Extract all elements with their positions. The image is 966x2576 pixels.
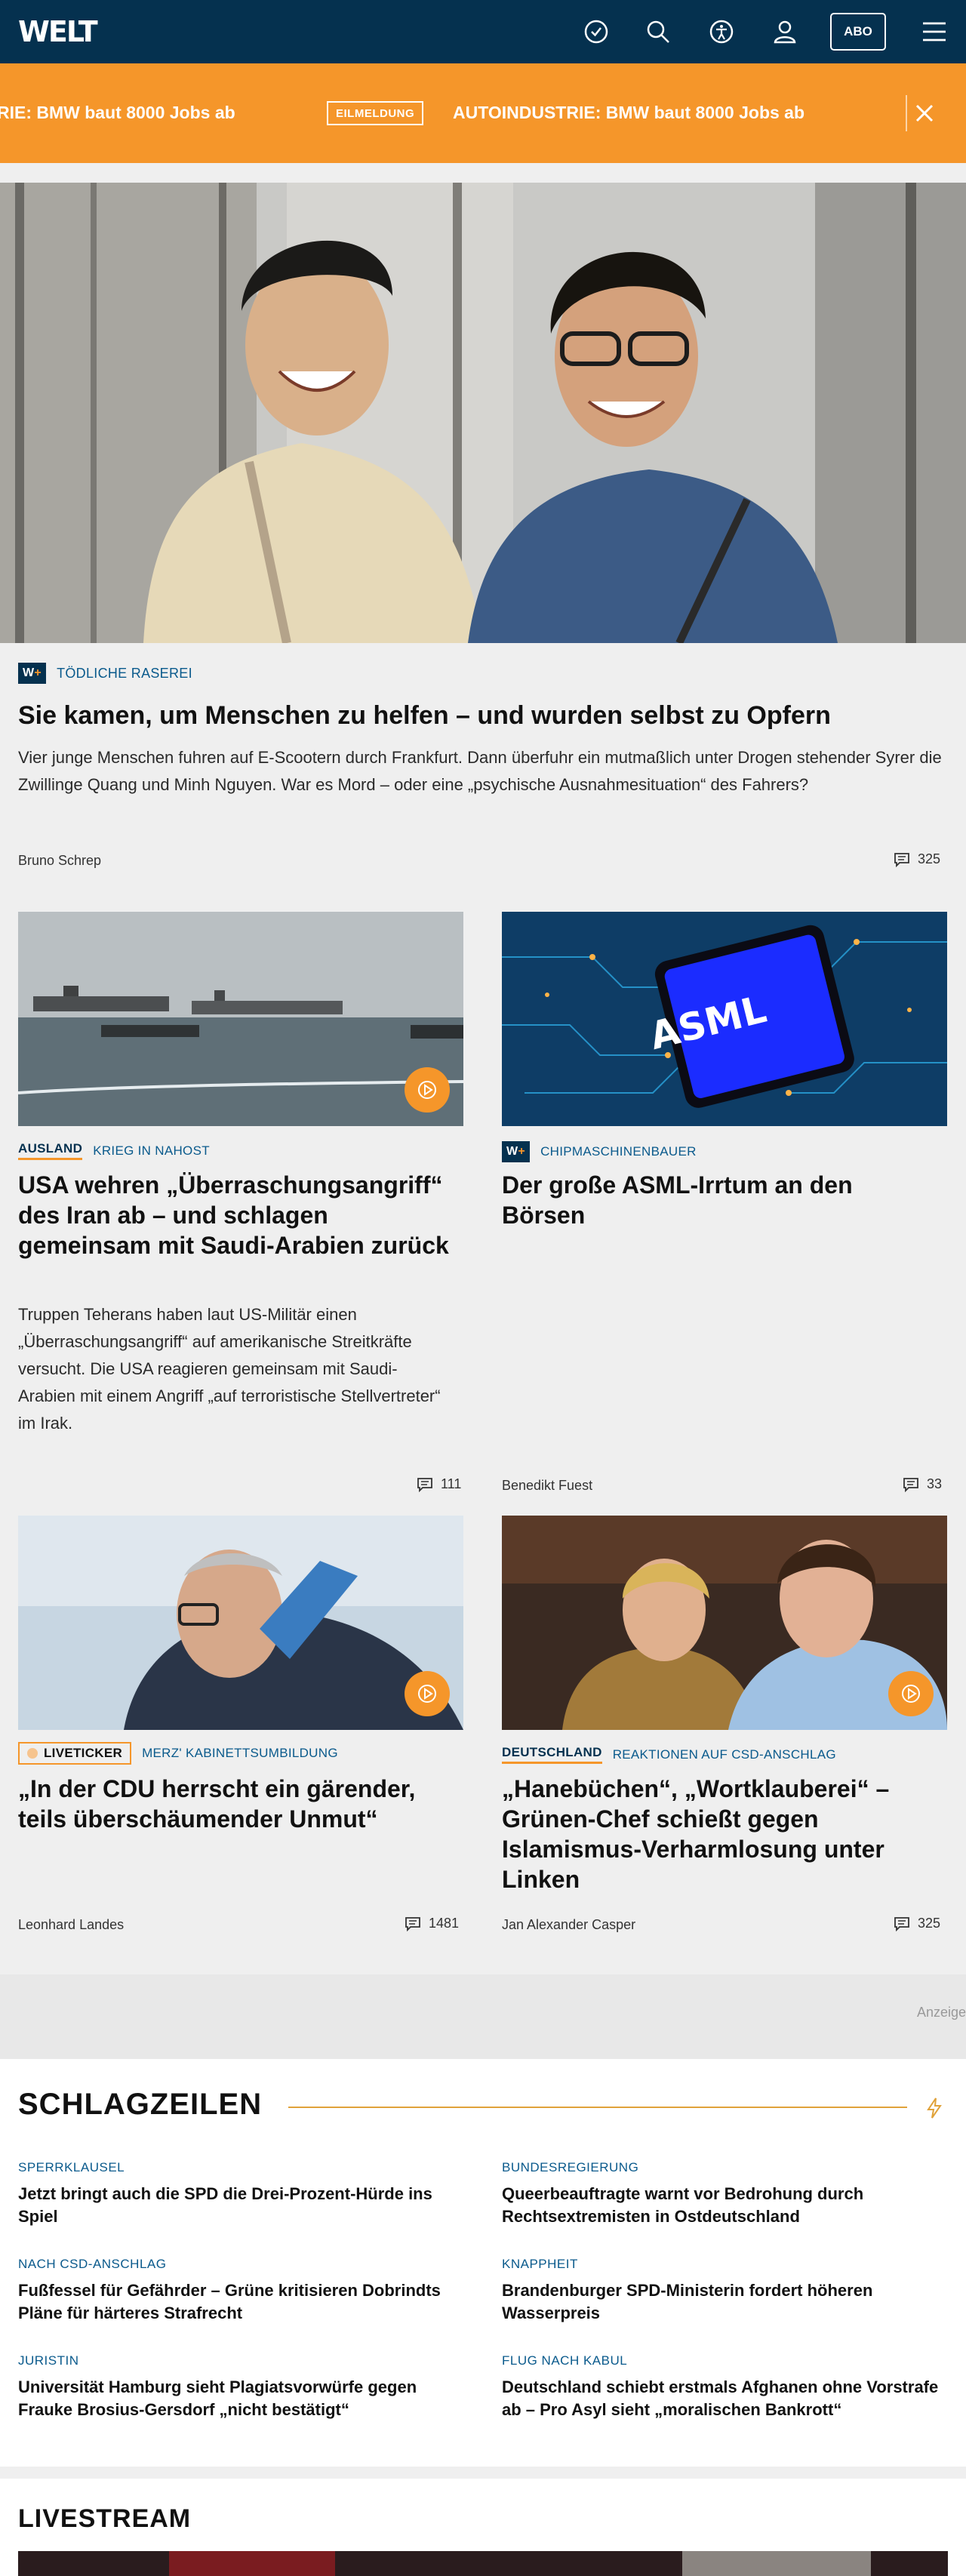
- livestream-section: LIVESTREAM: [0, 2479, 966, 2576]
- ticker-close-button[interactable]: [906, 95, 942, 131]
- schlagzeilen-section: SCHLAGZEILEN SPERRKLAUSEL Jetzt bringt a…: [0, 2059, 966, 2467]
- article-2-comments[interactable]: 33: [903, 1476, 942, 1492]
- article-4-comments[interactable]: 325: [894, 1916, 940, 1931]
- article-4-kicker-label[interactable]: REAKTIONEN AUF CSD-ANSCHLAG: [613, 1747, 836, 1762]
- welt-logo[interactable]: WELT: [18, 17, 98, 47]
- headline-item[interactable]: KNAPPHEIT Brandenburger SPD-Ministerin f…: [502, 2257, 955, 2325]
- search-icon[interactable]: [643, 17, 673, 47]
- headline-title[interactable]: Deutschland schiebt erstmals Afghanen oh…: [502, 2376, 955, 2421]
- play-icon: [418, 1081, 436, 1099]
- welt-plus-badge: W+: [18, 663, 47, 684]
- livestream-video-preview[interactable]: [18, 2551, 948, 2576]
- article-image-ships[interactable]: [18, 912, 463, 1126]
- article-1-teaser[interactable]: Truppen Teherans haben laut US-Militär e…: [18, 1301, 448, 1437]
- user-account-icon[interactable]: [770, 17, 800, 47]
- headline-title[interactable]: Fußfessel für Gefährder – Grüne kritisie…: [18, 2279, 471, 2325]
- headline-kicker[interactable]: KNAPPHEIT: [502, 2257, 955, 2272]
- live-dot-icon: [27, 1748, 38, 1759]
- headline-item[interactable]: SPERRKLAUSEL Jetzt bringt auch die SPD d…: [18, 2160, 471, 2228]
- article-4-rubrik[interactable]: DEUTSCHLAND: [502, 1745, 602, 1764]
- history-clock-icon[interactable]: [581, 17, 611, 47]
- article-2-kicker-label[interactable]: CHIPMASCHINENBAUER: [540, 1144, 697, 1159]
- video-play-button[interactable]: [405, 1671, 450, 1716]
- video-play-button[interactable]: [405, 1067, 450, 1113]
- headline-kicker[interactable]: JURISTIN: [18, 2353, 471, 2368]
- article-4-kicker[interactable]: DEUTSCHLAND REAKTIONEN AUF CSD-ANSCHLAG: [502, 1745, 836, 1764]
- liveticker-badge: LIVETICKER: [18, 1742, 132, 1765]
- hero-teaser[interactable]: Vier junge Menschen fuhren auf E-Scooter…: [18, 744, 946, 799]
- lightning-icon: [925, 2097, 943, 2123]
- eilmeldung-badge: EILMELDUNG: [327, 101, 424, 125]
- article-1-rubrik[interactable]: AUSLAND: [18, 1141, 83, 1160]
- article-2-author[interactable]: Benedikt Fuest: [502, 1478, 592, 1494]
- headline-item[interactable]: JURISTIN Universität Hamburg sieht Plagi…: [18, 2353, 471, 2421]
- hero-comments[interactable]: 325: [894, 851, 940, 867]
- welt-plus-badge: W+: [502, 1141, 531, 1162]
- article-image-asml[interactable]: ASML: [502, 912, 947, 1126]
- article-4-comment-count: 325: [918, 1916, 941, 1931]
- video-play-button[interactable]: [888, 1671, 934, 1716]
- schlagzeilen-title: SCHLAGZEILEN: [18, 2088, 263, 2121]
- play-icon: [418, 1685, 436, 1703]
- accessibility-icon[interactable]: [706, 17, 737, 47]
- hero-author[interactable]: Bruno Schrep: [18, 853, 101, 869]
- headline-kicker[interactable]: BUNDESREGIERUNG: [502, 2160, 955, 2175]
- article-image-merz[interactable]: [18, 1516, 463, 1730]
- article-1-kicker-label[interactable]: KRIEG IN NAHOST: [93, 1143, 210, 1159]
- breaking-news-ticker[interactable]: RIE: BMW baut 8000 Jobs ab EILMELDUNG AU…: [0, 63, 966, 163]
- close-icon: [915, 104, 934, 122]
- hero-kicker-label[interactable]: TÖDLICHE RASEREI: [57, 666, 192, 682]
- ad-label: Anzeige: [916, 2005, 966, 2020]
- play-icon: [902, 1685, 920, 1703]
- comment-icon: [417, 1477, 432, 1492]
- headline-title[interactable]: Universität Hamburg sieht Plagiatsvorwür…: [18, 2376, 471, 2421]
- article-2-headline[interactable]: Der große ASML-Irrtum an den Börsen: [502, 1170, 924, 1230]
- headline-item[interactable]: NACH CSD-ANSCHLAG Fußfessel für Gefährde…: [18, 2257, 471, 2325]
- article-3-kicker[interactable]: LIVETICKER MERZ' KABINETTSUMBILDUNG: [18, 1742, 338, 1765]
- liveticker-label: LIVETICKER: [44, 1746, 123, 1760]
- ad-placeholder: Anzeige: [0, 1974, 966, 2059]
- hero-headline[interactable]: Sie kamen, um Menschen zu helfen – und w…: [18, 699, 946, 732]
- headline-item[interactable]: BUNDESREGIERUNG Queerbeauftragte warnt v…: [502, 2160, 955, 2228]
- article-1-headline[interactable]: USA wehren „Überraschungsangriff“ des Ir…: [18, 1170, 463, 1260]
- hero-kicker[interactable]: W+ TÖDLICHE RASEREI: [18, 663, 192, 684]
- article-3-comment-count: 1481: [429, 1916, 460, 1931]
- hero-comment-count: 325: [918, 851, 941, 866]
- ticker-text-partial[interactable]: RIE: BMW baut 8000 Jobs ab: [0, 101, 235, 124]
- top-navigation-bar: WELT ABO: [0, 0, 966, 63]
- article-3-comments[interactable]: 1481: [405, 1916, 459, 1931]
- headline-item[interactable]: FLUG NACH KABUL Deutschland schiebt erst…: [502, 2353, 955, 2421]
- headline-title[interactable]: Queerbeauftragte warnt vor Bedrohung dur…: [502, 2183, 955, 2228]
- comment-icon: [903, 1477, 918, 1492]
- article-2-comment-count: 33: [927, 1476, 943, 1491]
- article-4-headline[interactable]: „Hanebüchen“, „Wortklauberei“ – Grünen-C…: [502, 1774, 924, 1894]
- section-divider: [288, 2107, 907, 2108]
- headline-kicker[interactable]: FLUG NACH KABUL: [502, 2353, 955, 2368]
- article-1-comment-count: 111: [441, 1476, 462, 1491]
- article-1-kicker[interactable]: AUSLAND KRIEG IN NAHOST: [18, 1141, 210, 1160]
- menu-hamburger-icon[interactable]: [919, 17, 949, 47]
- ticker-text[interactable]: AUTOINDUSTRIE: BMW baut 8000 Jobs ab: [453, 101, 804, 124]
- livestream-title: LIVESTREAM: [18, 2504, 192, 2533]
- article-2-kicker[interactable]: W+ CHIPMASCHINENBAUER: [502, 1141, 697, 1162]
- article-1-comments[interactable]: 111: [417, 1476, 461, 1492]
- article-image-gruene[interactable]: [502, 1516, 947, 1730]
- comment-icon: [894, 852, 909, 867]
- article-3-headline[interactable]: „In der CDU herrscht ein gärender, teils…: [18, 1774, 456, 1834]
- comment-icon: [405, 1916, 420, 1931]
- headline-kicker[interactable]: SPERRKLAUSEL: [18, 2160, 471, 2175]
- article-3-kicker-label[interactable]: MERZ' KABINETTSUMBILDUNG: [142, 1746, 338, 1761]
- hero-image[interactable]: [0, 183, 966, 643]
- abo-button[interactable]: ABO: [830, 13, 886, 51]
- headline-kicker[interactable]: NACH CSD-ANSCHLAG: [18, 2257, 471, 2272]
- headline-title[interactable]: Jetzt bringt auch die SPD die Drei-Proze…: [18, 2183, 471, 2228]
- article-3-author[interactable]: Leonhard Landes: [18, 1917, 124, 1933]
- headline-title[interactable]: Brandenburger SPD-Ministerin fordert höh…: [502, 2279, 955, 2325]
- comment-icon: [894, 1916, 909, 1931]
- article-4-author[interactable]: Jan Alexander Casper: [502, 1917, 635, 1933]
